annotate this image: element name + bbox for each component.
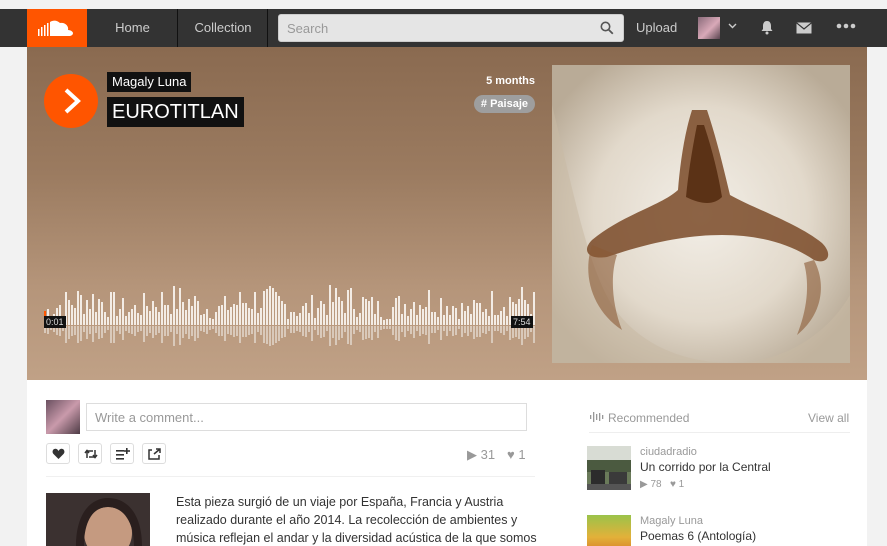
track-details: ▶ 31 ♥ 1 Esta pieza surgió de un viaje p… <box>27 380 867 546</box>
play-count-value: 31 <box>480 447 496 462</box>
genre-tag[interactable]: # Paisaje <box>473 95 535 113</box>
recommended-title[interactable]: Un corrido por la Central <box>640 460 771 474</box>
recommended-title[interactable]: Poemas 6 (Antología) <box>640 529 756 543</box>
share-icon <box>148 448 161 460</box>
recommended-thumbnail[interactable] <box>587 446 631 490</box>
soundcloud-logo-icon[interactable] <box>27 9 87 47</box>
total-time: 7:54 <box>511 316 533 328</box>
track-title: EUROTITLAN <box>107 97 244 127</box>
recommended-user[interactable]: ciudadradio <box>640 446 697 458</box>
chevron-down-icon[interactable] <box>728 21 737 30</box>
search-input[interactable] <box>279 15 623 41</box>
track-description: Esta pieza surgió de un viaje por España… <box>176 495 537 545</box>
nav-collection[interactable]: Collection <box>179 9 268 47</box>
like-count-value: 1 <box>518 447 526 462</box>
play-count-icon: ▶ <box>640 479 648 490</box>
mail-icon[interactable] <box>796 22 812 34</box>
nav-home[interactable]: Home <box>88 9 178 47</box>
like-count-icon: ♥ <box>669 479 676 490</box>
comment-input[interactable] <box>87 404 526 430</box>
share-button[interactable] <box>142 443 166 464</box>
repost-icon <box>84 449 98 459</box>
play-button[interactable] <box>44 74 98 128</box>
recommended-divider <box>589 432 850 433</box>
view-all-link[interactable]: View all <box>808 411 849 425</box>
waveform[interactable] <box>44 267 535 351</box>
add-to-playlist-icon <box>116 448 130 460</box>
divider <box>46 476 535 477</box>
track-artist[interactable]: Magaly Luna <box>107 72 192 92</box>
repost-button[interactable] <box>78 443 102 464</box>
play-count: ▶ 31 <box>467 447 495 463</box>
recommended-plays: 78 <box>650 479 662 490</box>
play-icon <box>64 88 81 114</box>
like-button[interactable] <box>46 443 70 464</box>
uploader-avatar[interactable] <box>46 493 150 546</box>
current-time: 0:01 <box>44 316 66 328</box>
recommended-likes: 1 <box>678 479 685 490</box>
recommended-user[interactable]: Magaly Luna <box>640 515 703 527</box>
comment-box <box>86 403 527 431</box>
bell-icon[interactable] <box>760 20 774 35</box>
search-icon[interactable] <box>600 21 614 35</box>
top-nav-bar: Home Collection Upload <box>0 9 887 47</box>
recommended-stats: ▶ 78 ♥ 1 <box>640 479 684 490</box>
more-icon[interactable] <box>836 22 856 30</box>
like-count-icon: ♥ <box>507 447 515 462</box>
add-to-playlist-button[interactable] <box>110 443 134 464</box>
recommended-item[interactable]: ciudadradio Un corrido por la Central ▶ … <box>587 446 852 496</box>
recommended-thumbnail[interactable] <box>587 515 631 546</box>
recommended-item[interactable]: Magaly Luna Poemas 6 (Antología) <box>587 515 852 546</box>
recommended-heading: Recommended <box>608 411 690 425</box>
heart-icon <box>52 448 65 459</box>
commenter-avatar <box>46 400 80 434</box>
track-hero: Magaly Luna EUROTITLAN 5 months # Paisaj… <box>27 47 867 380</box>
like-count: ♥ 1 <box>507 447 526 462</box>
track-age: 5 months <box>486 75 535 87</box>
recommended-icon <box>590 412 604 422</box>
upload-link[interactable]: Upload <box>636 9 677 47</box>
user-avatar[interactable] <box>698 17 720 39</box>
search-box <box>278 14 624 42</box>
track-artwork <box>552 65 850 363</box>
play-count-icon: ▶ <box>467 447 477 462</box>
